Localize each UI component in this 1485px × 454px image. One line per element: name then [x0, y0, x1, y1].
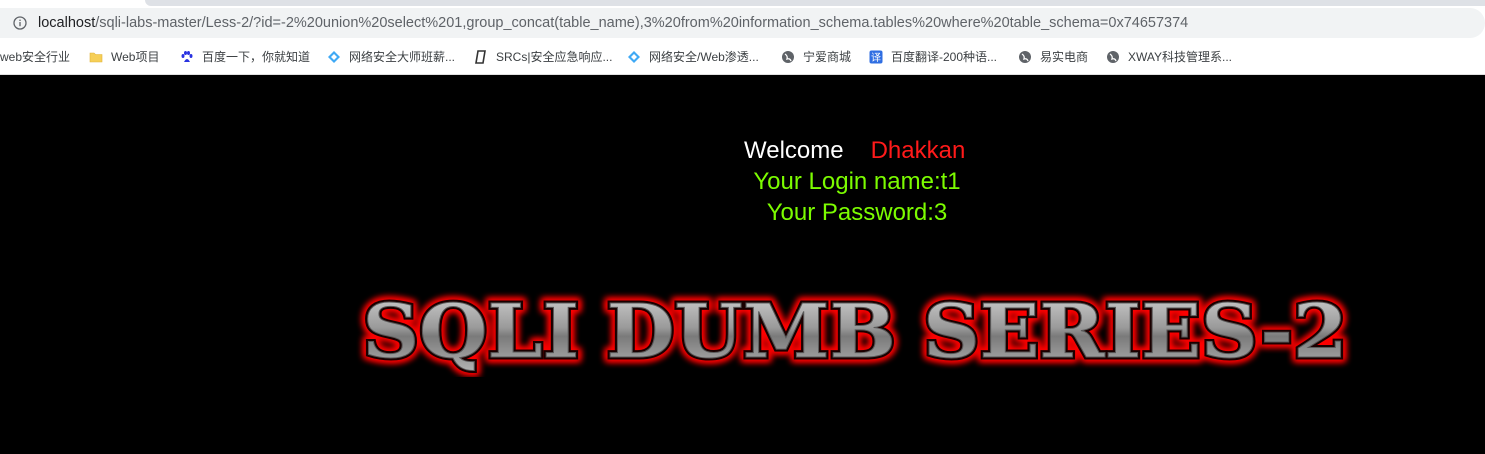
diamond-icon	[628, 51, 640, 63]
bookmark-security-masterclass[interactable]: 网络安全大师班薪...	[327, 44, 455, 70]
browser-chrome: localhost/sqli-labs-master/Less-2/?id=-2…	[0, 0, 1485, 75]
password-result: Your Password:3	[766, 199, 948, 226]
bookmark-label: SRCs|安全应急响应...	[496, 50, 613, 64]
banner-text: SQLI DUMB SERIES-2	[363, 289, 1348, 375]
bookmark-label: XWAY科技管理系...	[1128, 50, 1233, 64]
welcome-line: Welcome Dhakkan	[744, 136, 965, 166]
welcome-text: Welcome	[744, 137, 844, 164]
globe-icon	[1019, 51, 1031, 63]
globe-icon	[782, 51, 794, 63]
bookmarks-bar: web安全行业 Web项目 百度一下，你就知道 网络安全大师班薪... SRCs…	[0, 44, 1485, 70]
src-icon	[475, 50, 486, 64]
bookmark-baidu-translate[interactable]: 译 百度翻译-200种语...	[869, 44, 997, 70]
address-bar[interactable]: localhost/sqli-labs-master/Less-2/?id=-2…	[0, 8, 1485, 38]
bookmark-xway[interactable]: XWAY科技管理系...	[1106, 44, 1232, 70]
bookmark-label: web安全行业	[0, 50, 71, 64]
login-name-result: Your Login name:t1	[753, 168, 961, 195]
bookmark-label: 易实电商	[1040, 50, 1089, 64]
bookmark-mall[interactable]: 宁爱商城	[781, 44, 851, 70]
bookmark-label: Web项目	[111, 50, 160, 64]
baidu-icon	[181, 51, 193, 62]
bookmark-label: 宁爱商城	[803, 50, 852, 64]
bookmark-label: 网络安全/Web渗透...	[649, 50, 759, 64]
bookmark-label: 百度一下，你就知道	[202, 50, 311, 64]
info-icon[interactable]	[13, 16, 27, 30]
url-host: localhost	[38, 15, 96, 31]
diamond-icon	[328, 51, 340, 63]
bookmark-web-security-industry[interactable]: web安全行业	[0, 44, 70, 70]
welcome-username: Dhakkan	[870, 137, 966, 164]
page-content: Welcome Dhakkan Your Login name:t1 Your P…	[0, 75, 1485, 454]
svg-text:译: 译	[871, 52, 881, 64]
bookmark-label: 网络安全大师班薪...	[349, 50, 456, 64]
folder-icon	[89, 52, 103, 63]
bookmark-baidu[interactable]: 百度一下，你就知道	[180, 44, 310, 70]
bookmark-web-pentest[interactable]: 网络安全/Web渗透...	[627, 44, 759, 70]
url-path: /sqli-labs-master/Less-2/?id=-2%20union%…	[95, 15, 1189, 31]
bookmark-label: 百度翻译-200种语...	[891, 50, 998, 64]
bookmark-web-projects[interactable]: Web项目	[89, 44, 159, 70]
bookmark-ecommerce[interactable]: 易实电商	[1018, 44, 1088, 70]
series-banner: SQLI DUMB SERIES-2 SQLI DUMB SERIES-2 SQ…	[358, 287, 1352, 377]
globe-icon	[1107, 51, 1119, 63]
translate-icon: 译	[869, 50, 883, 64]
tab-strip	[145, 0, 1485, 6]
url-text[interactable]: localhost/sqli-labs-master/Less-2/?id=-2…	[38, 8, 1188, 38]
bookmark-srcs[interactable]: SRCs|安全应急响应...	[474, 44, 612, 70]
